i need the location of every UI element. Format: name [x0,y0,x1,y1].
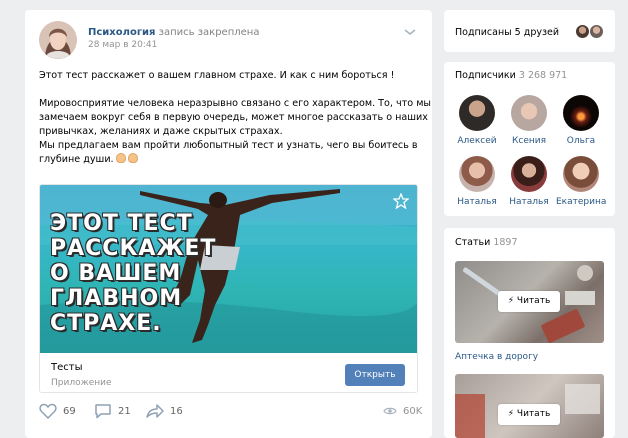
attachment-image[interactable]: ЭТОТ ТЕСТ РАССКАЖЕТ О ВАШЕМ ГЛАВНОМ СТРА… [40,185,417,353]
subscribers-card: Подписчики 3 268 971 Алексей Ксения Ольг… [444,62,615,216]
article-cover[interactable]: ⚡ Читать [455,261,604,343]
star-icon[interactable] [393,193,409,209]
post-author-line: Психология запись закреплена [88,27,259,38]
image-title-line: О ВАШЕМ [50,261,182,286]
chevron-down-icon[interactable] [404,27,416,37]
share-arrow-icon [146,404,164,418]
subscriber-avatar [563,95,599,131]
subscriber-item[interactable]: Алексей [452,95,502,146]
subscriber-item[interactable]: Ольга [556,95,606,146]
post-text-line-last: глубине души. [39,153,424,167]
pinned-status: запись закреплена [158,27,260,38]
post-text-line: глубине души. [39,154,114,165]
author-name-link[interactable]: Психология [88,27,155,38]
subscriber-item[interactable]: Наталья [452,156,502,207]
share-count: 16 [170,405,183,417]
post-actions: 69 21 16 60K [39,401,424,421]
comment-count: 21 [118,405,131,417]
subscribers-count: 3 268 971 [518,70,568,81]
share-button[interactable]: 16 [146,401,183,421]
articles-count: 1897 [493,237,518,248]
app-attachment[interactable]: ЭТОТ ТЕСТ РАССКАЖЕТ О ВАШЕМ ГЛАВНОМ СТРА… [39,184,418,393]
post-text: Этот тест расскажет о вашем главном стра… [39,69,432,167]
read-label: Читать [516,296,551,306]
subscriber-item[interactable]: Наталья [504,156,554,207]
app-type: Приложение [51,378,112,388]
subscriber-name: Ксения [511,136,547,146]
post-text-line: Мы предлагаем вам пройти любопытный тест… [39,140,418,151]
image-title-line: ГЛАВНОМ [50,286,183,311]
subscriber-avatar [563,156,599,192]
read-article-button[interactable]: ⚡ Читать [498,291,560,312]
subscriber-item[interactable]: Екатерина [556,156,606,207]
muscle-emoji-icon [127,153,138,163]
heart-icon [39,403,57,419]
subscriber-avatar [511,156,547,192]
article-cover[interactable]: ⚡ Читать [455,374,604,438]
app-name[interactable]: Тесты [51,362,82,373]
subscriber-name: Ольга [566,136,596,146]
image-title-line: СТРАХЕ. [50,311,162,336]
post-card: Психология запись закреплена 28 мар в 20… [25,10,432,438]
subscriber-item[interactable]: Ксения [504,95,554,146]
eye-icon [383,407,397,415]
articles-card: Статьи 1897 ⚡ Читать Аптечка в дорогу ⚡ … [444,228,615,438]
articles-label: Статьи [455,237,491,248]
post-text-line: привычках, желаниях и даже скрытых страх… [39,126,283,137]
article-title-link[interactable]: Аптечка в дорогу [455,352,538,362]
image-title-line: РАССКАЖЕТ [50,236,217,261]
subscriber-name: Наталья [457,197,497,207]
friend-avatar[interactable] [589,24,604,39]
comment-button[interactable]: 21 [94,401,131,421]
muscle-emoji-icon [115,153,126,163]
open-app-button[interactable]: Открыть [345,364,405,386]
post-text-line: замечаем вокруг себя в первую очередь, м… [39,112,428,123]
subscribers-label: Подписчики [455,70,516,81]
post-date[interactable]: 28 мар в 20:41 [88,40,157,50]
views-count: 60K [403,405,423,417]
friend-avatar[interactable] [575,24,590,39]
post-text-line: Этот тест расскажет о вашем главном стра… [39,70,395,81]
subscriber-name: Алексей [457,136,497,146]
articles-header[interactable]: Статьи 1897 [455,237,518,248]
post-text-line: Мировосприятие человека неразрывно связа… [39,98,432,109]
views-counter: 60K [383,401,422,421]
subscriber-name: Наталья [509,197,549,207]
comment-icon [95,404,111,419]
image-overlay-title: ЭТОТ ТЕСТ РАССКАЖЕТ О ВАШЕМ ГЛАВНОМ СТРА… [50,211,230,336]
read-article-button[interactable]: ⚡ Читать [498,404,560,425]
friends-following-label[interactable]: Подписаны 5 друзей [455,27,559,38]
like-count: 69 [63,405,76,417]
subscribers-header[interactable]: Подписчики 3 268 971 [455,70,567,81]
like-button[interactable]: 69 [39,401,76,421]
subscriber-avatar [459,95,495,131]
image-title-line: ЭТОТ ТЕСТ [50,211,193,236]
friends-following-card[interactable]: Подписаны 5 друзей [444,10,615,52]
read-label: Читать [516,409,551,419]
subscriber-name: Екатерина [556,197,607,207]
app-info-bar: Тесты Приложение Открыть [40,353,417,392]
subscriber-avatar [511,95,547,131]
author-avatar[interactable] [39,21,77,59]
post-text-gap [39,83,424,97]
subscriber-avatar [459,156,495,192]
